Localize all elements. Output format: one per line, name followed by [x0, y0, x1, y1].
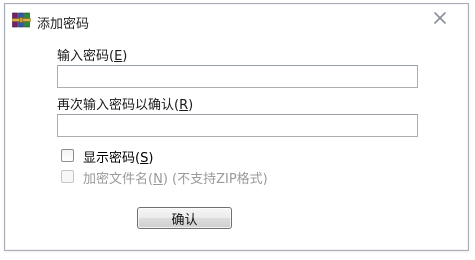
show-password-checkbox[interactable] [61, 149, 74, 162]
add-password-dialog: 添加密码 输入密码(E) 再次输入密码以确认(R) 显示密码(S) 加密文件名(… [4, 3, 469, 251]
password-label: 输入密码(E) [57, 49, 128, 64]
confirm-password-label: 再次输入密码以确认(R) [57, 98, 194, 113]
encrypt-filenames-label: 加密文件名(N) (不支持ZIP格式) [83, 172, 268, 187]
close-icon [434, 12, 446, 24]
ok-button-label: 确认 [171, 212, 198, 228]
title-bar[interactable]: 添加密码 [5, 4, 468, 34]
show-password-label[interactable]: 显示密码(S) [83, 147, 153, 166]
close-button[interactable] [427, 9, 453, 27]
confirm-password-input[interactable] [57, 114, 418, 137]
dialog-title: 添加密码 [37, 17, 90, 32]
password-input[interactable] [57, 65, 418, 88]
ok-button[interactable]: 确认 [137, 207, 232, 229]
encrypt-filenames-checkbox [61, 170, 74, 183]
winrar-books-icon [11, 12, 32, 28]
